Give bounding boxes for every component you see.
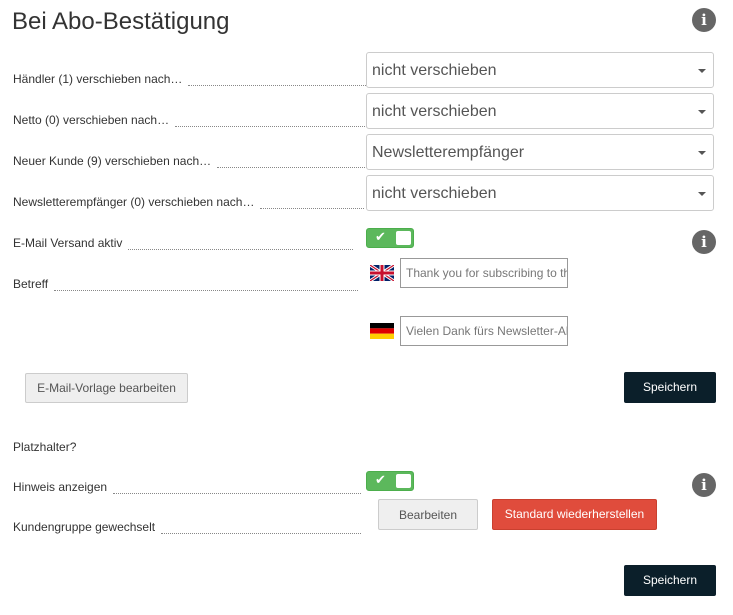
dotted-leader bbox=[175, 117, 368, 127]
row-label-text: Newsletterempfänger (0) verschieben nach… bbox=[13, 195, 255, 209]
select-value: nicht verschieben bbox=[372, 185, 497, 202]
email-active-toggle[interactable]: ✔ bbox=[366, 228, 414, 248]
caret-down-icon bbox=[698, 110, 706, 114]
row-label-neuer-kunde: Neuer Kunde (9) verschieben nach… bbox=[13, 154, 368, 168]
row-label-text: Kundengruppe gewechselt bbox=[13, 520, 156, 534]
info-icon[interactable]: i bbox=[692, 230, 716, 254]
hint-toggle[interactable]: ✔ bbox=[366, 471, 414, 491]
dotted-leader bbox=[217, 158, 368, 168]
select-value: nicht verschieben bbox=[372, 103, 497, 120]
toggle-knob bbox=[396, 474, 411, 488]
subject-de-input[interactable]: Vielen Dank fürs Newsletter-Abonnement bbox=[400, 316, 568, 346]
row-label-text: Betreff bbox=[13, 277, 49, 291]
hint-label: Hinweis anzeigen bbox=[13, 480, 362, 494]
dotted-leader bbox=[188, 76, 367, 86]
row-label-netto: Netto (0) verschieben nach… bbox=[13, 113, 368, 127]
check-icon: ✔ bbox=[375, 473, 386, 488]
netto-move-select[interactable]: nicht verschieben bbox=[366, 93, 714, 129]
row-label-text: Händler (1) verschieben nach… bbox=[13, 72, 183, 86]
newsletterempfaenger-move-select[interactable]: nicht verschieben bbox=[366, 175, 714, 211]
page-title: Bei Abo-Bestätigung bbox=[12, 8, 230, 35]
row-label-text: Netto (0) verschieben nach… bbox=[13, 113, 170, 127]
neuer-kunde-move-select[interactable]: Newsletterempfänger bbox=[366, 134, 714, 170]
dotted-leader bbox=[128, 240, 354, 250]
dotted-leader bbox=[113, 484, 362, 494]
dotted-leader bbox=[260, 199, 365, 209]
row-label-haendler: Händler (1) verschieben nach… bbox=[13, 72, 367, 86]
select-value: nicht verschieben bbox=[372, 62, 497, 79]
uk-flag-icon bbox=[370, 265, 394, 281]
placeholder-heading[interactable]: Platzhalter? bbox=[13, 440, 76, 454]
info-icon[interactable]: i bbox=[692, 473, 716, 497]
dotted-leader bbox=[161, 524, 362, 534]
row-label-newsletterempfaenger: Newsletterempfänger (0) verschieben nach… bbox=[13, 195, 365, 209]
caret-down-icon bbox=[698, 69, 706, 73]
email-active-label: E-Mail Versand aktiv bbox=[13, 236, 354, 250]
edit-email-template-button[interactable]: E-Mail-Vorlage bearbeiten bbox=[25, 373, 188, 403]
dotted-leader bbox=[54, 281, 359, 291]
caret-down-icon bbox=[698, 192, 706, 196]
toggle-knob bbox=[396, 231, 411, 245]
subject-en-input[interactable]: Thank you for subscribing to the newslet… bbox=[400, 258, 568, 288]
haendler-move-select[interactable]: nicht verschieben bbox=[366, 52, 714, 88]
de-flag-icon bbox=[370, 323, 394, 339]
row-label-text: E-Mail Versand aktiv bbox=[13, 236, 123, 250]
save-button[interactable]: Speichern bbox=[624, 372, 716, 403]
caret-down-icon bbox=[698, 151, 706, 155]
info-icon[interactable]: i bbox=[692, 8, 716, 32]
row-label-text: Hinweis anzeigen bbox=[13, 480, 108, 494]
restore-default-button[interactable]: Standard wiederherstellen bbox=[492, 499, 657, 530]
edit-button[interactable]: Bearbeiten bbox=[378, 499, 478, 530]
row-label-text: Neuer Kunde (9) verschieben nach… bbox=[13, 154, 212, 168]
save-button[interactable]: Speichern bbox=[624, 565, 716, 596]
subject-label: Betreff bbox=[13, 277, 359, 291]
customer-group-label: Kundengruppe gewechselt bbox=[13, 520, 362, 534]
select-value: Newsletterempfänger bbox=[372, 144, 525, 161]
check-icon: ✔ bbox=[375, 230, 386, 245]
